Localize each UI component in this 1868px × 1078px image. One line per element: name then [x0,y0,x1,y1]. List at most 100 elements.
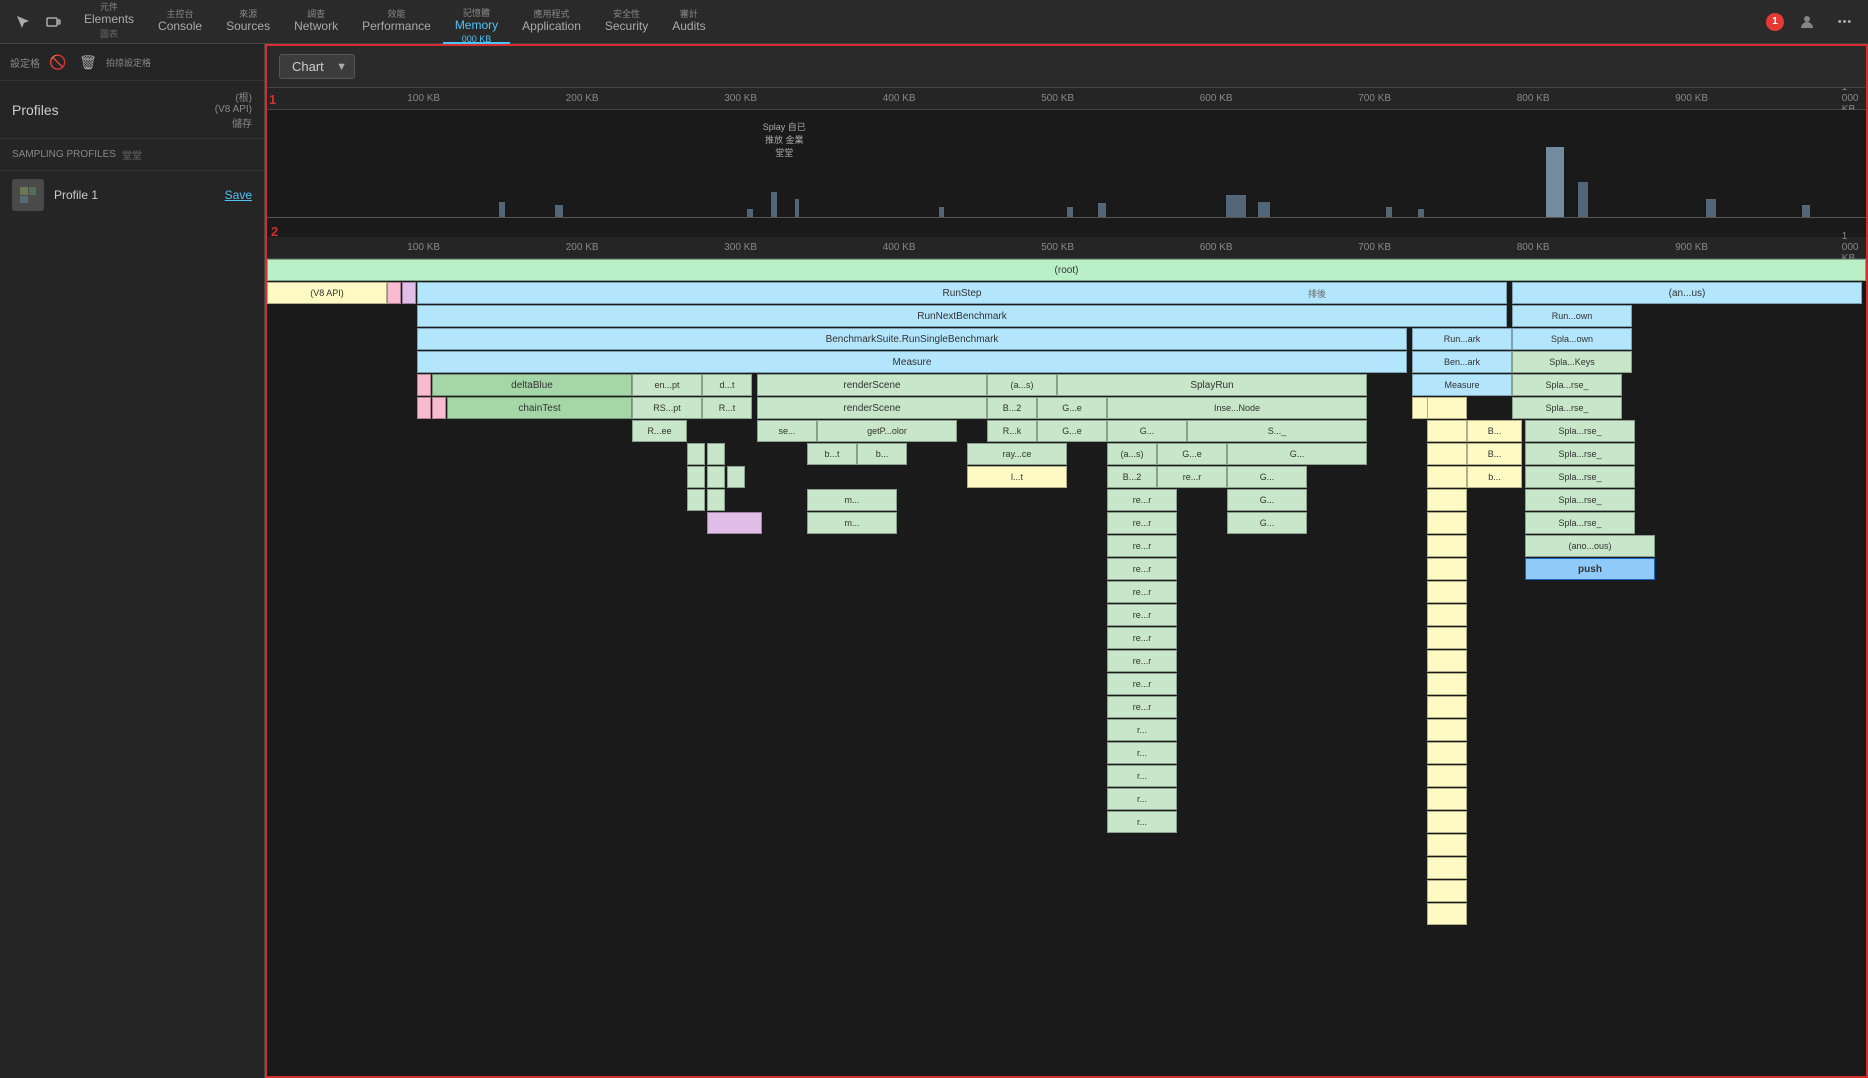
flame-yellow-r19[interactable] [1427,811,1467,833]
flame-runark[interactable]: Run...ark [1412,328,1512,350]
flame-rt[interactable]: R...t [702,397,752,419]
cursor-icon[interactable] [8,7,38,37]
flame-as2[interactable]: (a...s) [1107,443,1157,465]
flame-yellow-r2[interactable] [1427,420,1467,442]
flame-rer8[interactable]: re...r [1107,627,1177,649]
flame-yellow-r5[interactable] [1427,489,1467,511]
tab-application[interactable]: 應用程式 Application [510,0,593,44]
user-icon[interactable] [1792,7,1822,37]
flame-rer9[interactable]: re...r [1107,650,1177,672]
tab-elements[interactable]: 元件 Elements 圖表 [72,0,146,44]
flame-anus[interactable]: (an...us) [1512,282,1862,304]
flame-rer1[interactable]: re...r [1157,466,1227,488]
flame-splakeys[interactable]: Spla...Keys [1512,351,1632,373]
tab-network[interactable]: 調查 Network [282,0,350,44]
tab-console[interactable]: 主控台 Console [146,0,214,44]
flame-chaintest-block[interactable] [417,397,431,419]
flame-m2[interactable]: m... [807,512,897,534]
flame-v8api[interactable]: (V8 API) [267,282,387,304]
flame-bt[interactable]: b...t [807,443,857,465]
flame-push[interactable]: push [1525,558,1655,580]
flame-benchsuite[interactable]: BenchmarkSuite.RunSingleBenchmark [417,328,1407,350]
flame-b-right1[interactable]: B... [1467,420,1522,442]
flame-green-r6[interactable] [687,489,705,511]
profile-save-link[interactable]: Save [225,188,252,202]
more-icon[interactable]: ••• [1830,7,1860,37]
flame-yellow-r13[interactable] [1427,673,1467,695]
flame-yellow-r20[interactable] [1427,834,1467,856]
flame-b-right2[interactable]: B... [1467,443,1522,465]
flame-anoous[interactable]: (ano...ous) [1525,535,1655,557]
flame-renderscene2[interactable]: renderScene [757,397,987,419]
flame-chaintest-block2[interactable] [432,397,446,419]
flame-m1[interactable]: m... [807,489,897,511]
flame-splaown[interactable]: Spla...own [1512,328,1632,350]
flame-yellow-r4[interactable] [1427,466,1467,488]
flame-root[interactable]: (root) [267,259,1866,281]
flame-yellow-r6[interactable] [1427,512,1467,534]
flame-ge4[interactable]: G...e [1157,443,1227,465]
profile-1-item[interactable]: Profile 1 Save [0,171,264,219]
flame-g6[interactable]: G... [1227,466,1307,488]
flame-purple-r8[interactable] [707,512,762,534]
chart-type-select[interactable]: Chart [279,54,355,79]
flame-yellow-r23[interactable] [1427,903,1467,925]
flame-rer11[interactable]: re...r [1107,696,1177,718]
no-icon[interactable]: 🚫 [46,50,70,74]
flame-yellow-r7[interactable] [1427,535,1467,557]
flame-v8-block1[interactable] [387,282,401,304]
flame-splayrun[interactable]: SplayRun [1057,374,1367,396]
flame-yellow-r3[interactable] [1427,443,1467,465]
flame-g7[interactable]: G... [1227,489,1307,511]
flame-splarse2[interactable]: Spla...rse_ [1512,397,1622,419]
flame-green-r4[interactable] [707,466,725,488]
flame-green-r5[interactable] [727,466,745,488]
flame-b2-row8[interactable]: b... [857,443,907,465]
flame-yellow-r9[interactable] [1427,581,1467,603]
flame-enpt[interactable]: en...pt [632,374,702,396]
flame-dt[interactable]: d...t [702,374,752,396]
flame-rer4[interactable]: re...r [1107,535,1177,557]
tab-performance[interactable]: 效能 Performance [350,0,443,44]
flame-green-r3[interactable] [687,466,705,488]
flame-lt[interactable]: l...t [967,466,1067,488]
flame-splarse6[interactable]: Spla...rse_ [1525,489,1635,511]
flame-green-r7[interactable] [707,489,725,511]
flame-g5[interactable]: G... [1227,443,1367,465]
flame-g8[interactable]: G... [1227,512,1307,534]
flame-ge1[interactable]: G...e [1037,397,1107,419]
flame-b2-row9[interactable]: B...2 [1107,466,1157,488]
tab-memory[interactable]: 記憶體 Memory 000 KB [443,0,510,44]
flame-measure2[interactable]: Measure [1412,374,1512,396]
flame-yellow-r16[interactable] [1427,742,1467,764]
flame-splarse3[interactable]: Spla...rse_ [1525,420,1635,442]
flame-yellow-r15[interactable] [1427,719,1467,741]
flame-rer3[interactable]: re...r [1107,512,1177,534]
tab-audits[interactable]: 審計 Audits [660,0,717,44]
trash-icon[interactable]: 🗑 [76,50,100,74]
flame-splarse7[interactable]: Spla...rse_ [1525,512,1635,534]
flame-rer5[interactable]: re...r [1107,558,1177,580]
flame-yellow-r10[interactable] [1427,604,1467,626]
flame-yellow-r12[interactable] [1427,650,1467,672]
flame-r3[interactable]: r... [1107,765,1177,787]
flame-deltablue[interactable]: deltaBlue [432,374,632,396]
flame-rer10[interactable]: re...r [1107,673,1177,695]
flame-yellow-r21[interactable] [1427,857,1467,879]
flame-r2[interactable]: r... [1107,742,1177,764]
flame-s[interactable]: S..._ [1187,420,1367,442]
flame-ree[interactable]: R...ee [632,420,687,442]
flame-deltablue-block[interactable] [417,374,431,396]
flame-chaintest[interactable]: chainTest [447,397,632,419]
flame-g3[interactable]: G... [1107,420,1187,442]
flame-rayce[interactable]: ray...ce [967,443,1067,465]
flame-yellow-r22[interactable] [1427,880,1467,902]
flame-yellow-r11[interactable] [1427,627,1467,649]
flame-rk[interactable]: R...k [987,420,1037,442]
flame-green-r1[interactable] [687,443,705,465]
flame-splarse4[interactable]: Spla...rse_ [1525,443,1635,465]
flame-getpcolor[interactable]: getP...olor [817,420,957,442]
flame-yellow-r1[interactable] [1427,397,1467,419]
flame-yellow-r14[interactable] [1427,696,1467,718]
flame-runown[interactable]: Run...own [1512,305,1632,327]
